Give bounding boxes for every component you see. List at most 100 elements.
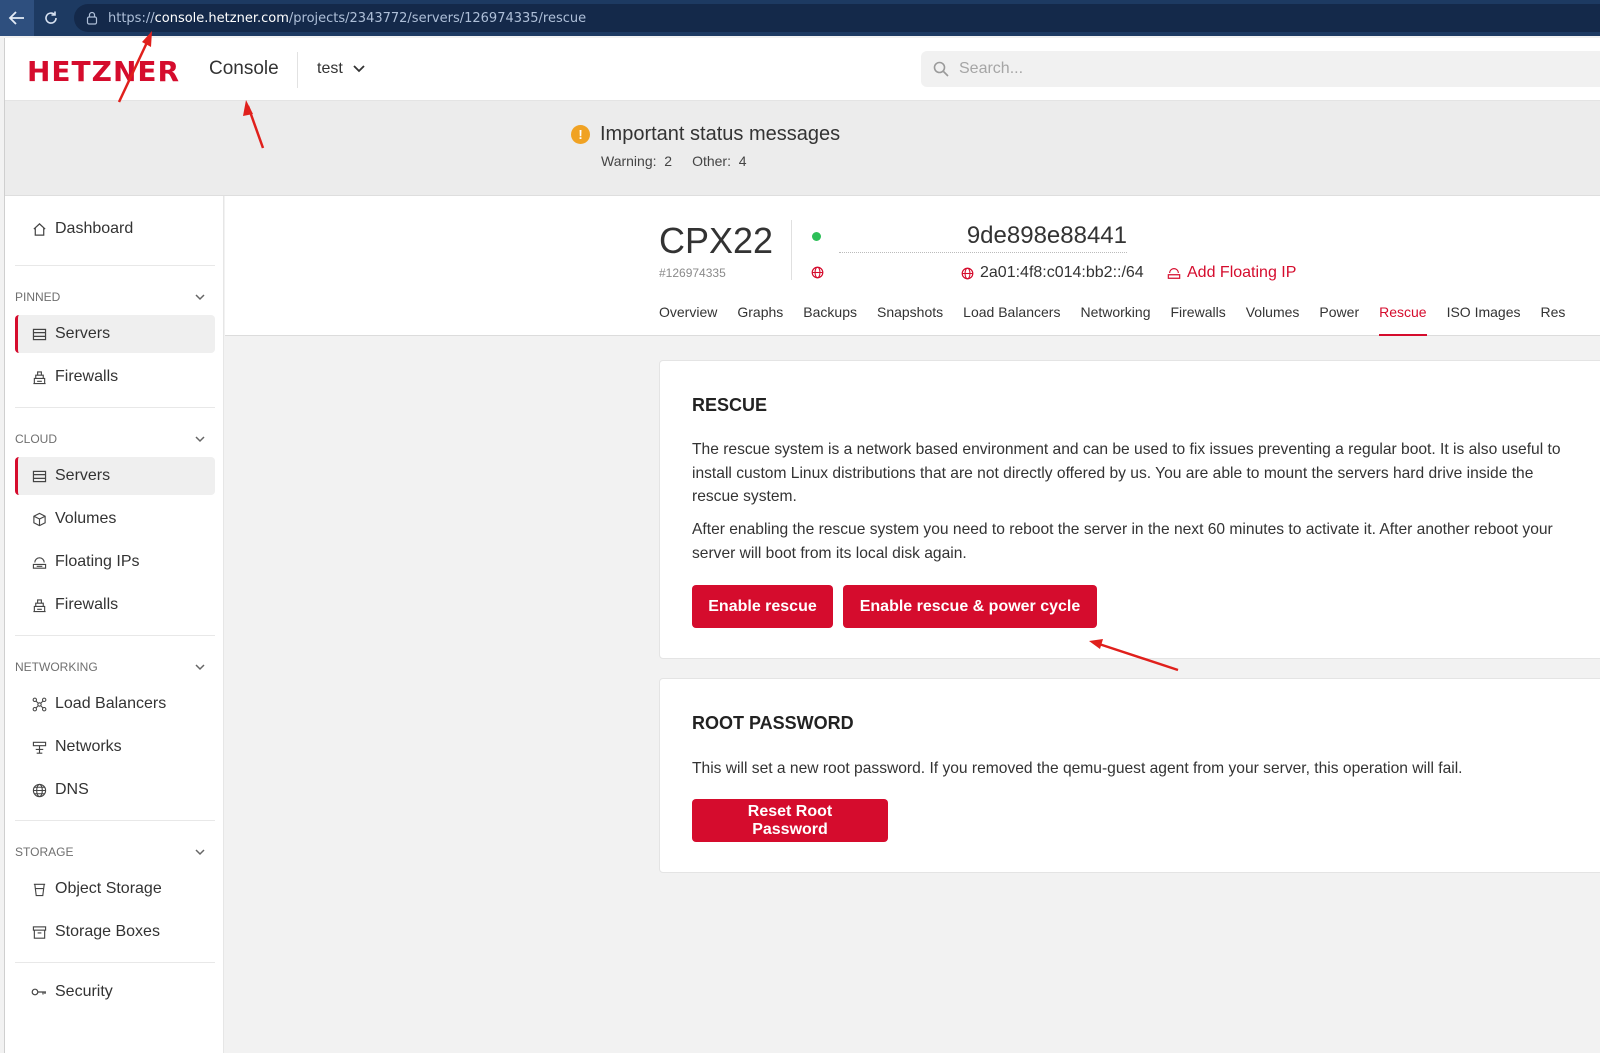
tab-backups[interactable]: Backups: [793, 304, 867, 336]
tab-rescue[interactable]: Rescue: [1369, 304, 1436, 336]
sidebar-section-pinned[interactable]: PINNED: [15, 290, 205, 304]
warning-count[interactable]: Warning: 2: [601, 153, 672, 169]
floating-ip-icon: [1167, 268, 1181, 279]
rescue-description: The rescue system is a network based env…: [692, 441, 1561, 505]
rescue-title: RESCUE: [692, 395, 768, 415]
project-name: test: [317, 60, 343, 77]
sidebar-item-dns[interactable]: DNS: [15, 771, 215, 809]
sidebar-item-object-storage[interactable]: Object Storage: [15, 870, 215, 908]
sidebar-item-label: Servers: [55, 467, 111, 484]
server-icon: [31, 326, 47, 342]
sidebar-section-cloud[interactable]: CLOUD: [15, 432, 205, 446]
bucket-icon: [31, 881, 47, 897]
url-domain: console.hetzner.com: [154, 10, 289, 26]
chevron-down-icon: [353, 65, 365, 73]
status-counts: Warning: 2 Other: 4: [601, 153, 747, 169]
back-button[interactable]: [0, 0, 34, 36]
sidebar-item-load-balancers[interactable]: Load Balancers: [15, 685, 215, 723]
sidebar-item-label: Security: [55, 983, 113, 1000]
tab-rescale[interactable]: Res: [1531, 304, 1576, 336]
arrow-left-icon: [8, 11, 24, 25]
sidebar-section-storage[interactable]: STORAGE: [15, 845, 205, 859]
server-status-indicator: [812, 232, 821, 241]
status-messages-banner: ! Important status messages Warning: 2 O…: [5, 101, 1600, 196]
sidebar-item-dashboard[interactable]: Dashboard: [15, 210, 215, 248]
sidebar-item-pinned-servers[interactable]: Servers: [15, 315, 215, 353]
tab-power[interactable]: Power: [1309, 304, 1369, 336]
public-ip-icon: [811, 266, 824, 284]
root-password-title: ROOT PASSWORD: [692, 713, 854, 733]
sidebar-item-floating-ips[interactable]: Floating IPs: [15, 543, 215, 581]
section-label: CLOUD: [15, 432, 58, 446]
enable-rescue-button[interactable]: Enable rescue: [692, 585, 833, 628]
project-selector[interactable]: test: [317, 60, 365, 78]
sidebar-item-volumes[interactable]: Volumes: [15, 500, 215, 538]
firewall-icon: [31, 369, 47, 385]
sidebar-divider: [15, 265, 215, 266]
header-divider: [297, 52, 298, 88]
tab-overview[interactable]: Overview: [659, 304, 727, 336]
top-bar: HETZNER Console test: [5, 38, 1600, 101]
ipv6-address[interactable]: 2a01:4f8:c014:bb2::/64: [961, 264, 1144, 282]
enable-rescue-power-cycle-button[interactable]: Enable rescue & power cycle: [843, 585, 1097, 628]
rescue-card: RESCUE The rescue system is a network ba…: [659, 360, 1600, 659]
sidebar-item-label: Volumes: [55, 510, 117, 527]
archive-icon: [31, 924, 47, 940]
tab-load-balancers[interactable]: Load Balancers: [953, 304, 1070, 336]
server-hostname[interactable]: 9de898e88441: [839, 222, 1127, 253]
sidebar-item-label: Dashboard: [55, 220, 134, 237]
home-icon: [31, 221, 47, 237]
reload-icon: [45, 11, 57, 24]
tab-firewalls[interactable]: Firewalls: [1160, 304, 1235, 336]
add-floating-ip-link[interactable]: Add Floating IP: [1167, 264, 1296, 282]
sidebar-item-label: Firewalls: [55, 368, 119, 385]
key-icon: [31, 984, 47, 1000]
sidebar: Dashboard PINNED Servers Firewalls CLOUD…: [5, 196, 224, 1053]
tab-snapshots[interactable]: Snapshots: [867, 304, 953, 336]
status-title[interactable]: ! Important status messages: [571, 123, 840, 146]
reset-root-password-button[interactable]: Reset Root Password: [692, 799, 888, 842]
sidebar-item-firewalls[interactable]: Firewalls: [15, 586, 215, 624]
search-box[interactable]: [921, 51, 1600, 87]
server-header: CPX22 #126974335 9de898e88441 2a01:4f8:c…: [225, 196, 1600, 336]
tab-networking[interactable]: Networking: [1070, 304, 1160, 336]
sidebar-section-networking[interactable]: NETWORKING: [15, 660, 205, 674]
url-scheme: https://: [108, 10, 155, 26]
tab-volumes[interactable]: Volumes: [1236, 304, 1310, 336]
reload-button[interactable]: [34, 0, 68, 36]
address-bar[interactable]: https://console.hetzner.com/projects/234…: [74, 4, 1600, 32]
console-app: HETZNER Console test ! Important status …: [4, 38, 1600, 1053]
sidebar-divider: [15, 820, 215, 821]
sidebar-item-label: DNS: [55, 781, 89, 798]
sidebar-item-security[interactable]: Security: [15, 973, 215, 1011]
hetzner-logo[interactable]: HETZNER: [27, 55, 180, 88]
browser-toolbar: https://console.hetzner.com/projects/234…: [0, 0, 1600, 36]
sidebar-item-servers[interactable]: Servers: [15, 457, 215, 495]
sidebar-item-label: Storage Boxes: [55, 923, 160, 940]
server-icon: [31, 468, 47, 484]
search-input[interactable]: [959, 60, 1559, 78]
header-divider: [791, 220, 792, 280]
sidebar-divider: [15, 407, 215, 408]
warning-icon: !: [571, 125, 590, 144]
sidebar-item-networks[interactable]: Networks: [15, 728, 215, 766]
sidebar-item-storage-boxes[interactable]: Storage Boxes: [15, 913, 215, 951]
tab-graphs[interactable]: Graphs: [727, 304, 793, 336]
app-name: Console: [209, 58, 279, 79]
section-label: NETWORKING: [15, 660, 98, 674]
load-balancer-icon: [31, 696, 47, 712]
tab-iso-images[interactable]: ISO Images: [1437, 304, 1531, 336]
globe-icon: [961, 267, 974, 279]
root-password-card: ROOT PASSWORD This will set a new root p…: [659, 678, 1600, 873]
url-text: https://console.hetzner.com/projects/234…: [108, 11, 586, 26]
rescue-reboot-note: After enabling the rescue system you nee…: [692, 521, 1553, 562]
other-count[interactable]: Other: 4: [692, 153, 746, 169]
sidebar-item-pinned-firewalls[interactable]: Firewalls: [15, 358, 215, 396]
section-label: PINNED: [15, 290, 61, 304]
sidebar-item-label: Servers: [55, 325, 111, 342]
floating-ip-icon: [31, 554, 47, 570]
site-info-icon[interactable]: [86, 11, 98, 25]
chevron-down-icon: [195, 293, 205, 300]
chevron-down-icon: [195, 663, 205, 670]
chevron-down-icon: [195, 848, 205, 855]
